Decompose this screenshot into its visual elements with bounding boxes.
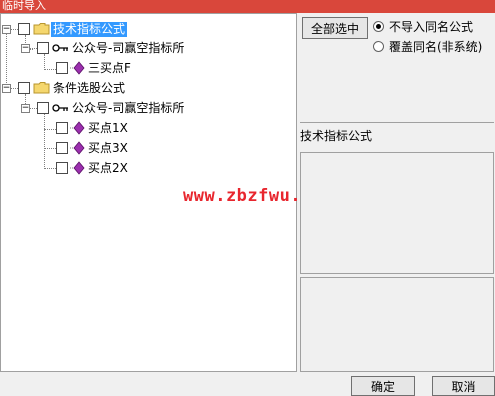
folder-icon xyxy=(33,82,50,94)
radio-button[interactable] xyxy=(373,41,384,52)
tree-node[interactable]: − 技术指标公式 xyxy=(2,20,128,38)
node-checkbox[interactable] xyxy=(37,42,49,54)
node-checkbox[interactable] xyxy=(56,122,68,134)
folder-icon xyxy=(33,23,50,35)
key-icon xyxy=(52,104,68,112)
option-no-import-duplicate[interactable]: 不导入同名公式 xyxy=(373,18,473,35)
option-overwrite-duplicate[interactable]: 覆盖同名(非系统) xyxy=(373,38,482,55)
radio-button[interactable] xyxy=(373,21,384,32)
node-label: 公众号-司赢空指标所 xyxy=(72,40,185,55)
formula-detail-box xyxy=(300,277,494,372)
formula-icon xyxy=(70,121,85,135)
tree-connector xyxy=(44,168,56,169)
tree-node[interactable]: − 公众号-司赢空指标所 xyxy=(21,99,186,117)
collapse-toggle[interactable]: − xyxy=(21,43,30,53)
collapse-toggle[interactable]: − xyxy=(2,83,11,93)
formula-type-label: 技术指标公式 xyxy=(300,129,373,143)
node-label: 技术指标公式 xyxy=(51,21,128,37)
cancel-button[interactable]: 取消 xyxy=(432,376,495,396)
tree-connector xyxy=(44,113,45,169)
node-checkbox[interactable] xyxy=(56,62,68,74)
tree-connector xyxy=(44,69,56,70)
node-label: 条件选股公式 xyxy=(53,80,126,95)
tree-connector xyxy=(30,107,37,109)
node-label: 公众号-司赢空指标所 xyxy=(72,100,185,115)
formula-icon xyxy=(70,61,85,75)
node-checkbox[interactable] xyxy=(18,23,30,35)
formula-description-box xyxy=(300,152,494,274)
tree-node[interactable]: 买点1X xyxy=(56,119,130,137)
tree-node[interactable]: 三买点F xyxy=(56,59,133,77)
window-title: 临时导入 xyxy=(0,0,495,13)
tree-connector xyxy=(44,148,56,149)
node-label: 买点3X xyxy=(88,140,128,155)
formula-icon xyxy=(70,161,85,175)
node-label: 买点2X xyxy=(88,160,128,175)
select-all-button[interactable]: 全部选中 xyxy=(302,17,368,39)
ok-button[interactable]: 确定 xyxy=(351,376,415,396)
node-label: 三买点F xyxy=(88,60,131,75)
tree-connector xyxy=(11,87,18,89)
tree-node[interactable]: − 公众号-司赢空指标所 xyxy=(21,39,186,57)
tree-node[interactable]: 买点2X xyxy=(56,159,130,177)
collapse-toggle[interactable]: − xyxy=(2,24,11,34)
tree-node[interactable]: 买点3X xyxy=(56,139,130,157)
key-icon xyxy=(52,44,68,52)
node-checkbox[interactable] xyxy=(37,102,49,114)
node-checkbox[interactable] xyxy=(56,162,68,174)
tree-node[interactable]: − 条件选股公式 xyxy=(2,79,127,97)
tree-connector xyxy=(30,47,37,49)
collapse-toggle[interactable]: − xyxy=(21,103,30,113)
node-label: 买点1X xyxy=(88,120,128,135)
tree-connector xyxy=(44,129,56,130)
tree-connector xyxy=(11,28,18,30)
formula-info-header: 技术指标公式 xyxy=(300,122,494,152)
option-label: 覆盖同名(非系统) xyxy=(389,40,483,54)
node-checkbox[interactable] xyxy=(56,142,68,154)
option-label: 不导入同名公式 xyxy=(389,20,474,34)
node-checkbox[interactable] xyxy=(18,82,30,94)
formula-icon xyxy=(70,141,85,155)
